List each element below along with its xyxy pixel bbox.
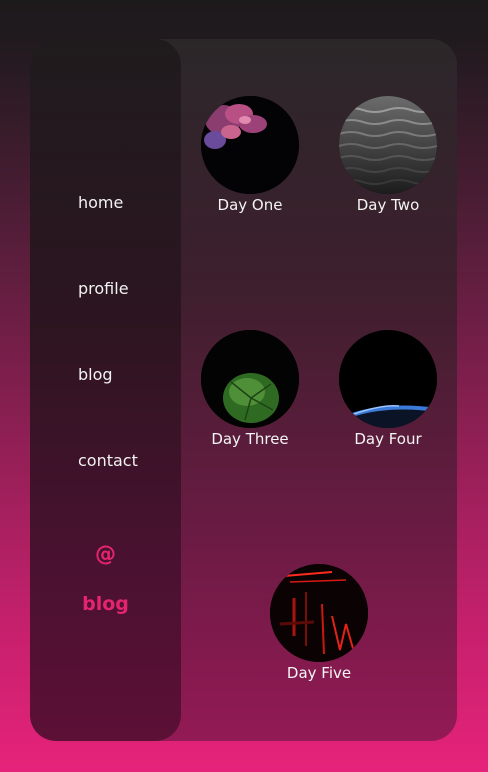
post-title: Day One [217,196,283,214]
post-title: Day Four [354,430,422,448]
nav-contact-link[interactable]: contact [78,451,138,470]
green-leaf-image [201,330,299,428]
smoke-cloud-image [201,96,299,194]
post-thumbnail [339,330,437,428]
post-day-four[interactable]: Day Four [328,330,448,448]
post-title: Day Two [356,196,420,214]
brand-logo: blog [82,593,129,615]
post-thumbnail [201,96,299,194]
post-thumbnail [270,564,368,662]
post-day-three[interactable]: Day Three [190,330,310,448]
post-thumbnail [339,96,437,194]
at-logo: @ [95,542,116,566]
post-thumbnail [201,330,299,428]
blog-card: home profile blog contact @ blog Day One [30,39,457,741]
sidebar: home profile blog contact @ blog [30,39,181,741]
post-day-one[interactable]: Day One [190,96,310,214]
nav-profile-link[interactable]: profile [78,279,129,298]
post-title: Day Five [286,664,352,682]
post-day-two[interactable]: Day Two [328,96,448,214]
post-title: Day Three [211,430,289,448]
water-ripples-image [339,96,437,194]
red-neon-lights-image [270,564,368,662]
planet-horizon-image [339,330,437,428]
nav-blog-link[interactable]: blog [78,365,113,384]
nav-home-link[interactable]: home [78,193,123,212]
post-day-five[interactable]: Day Five [259,564,379,682]
